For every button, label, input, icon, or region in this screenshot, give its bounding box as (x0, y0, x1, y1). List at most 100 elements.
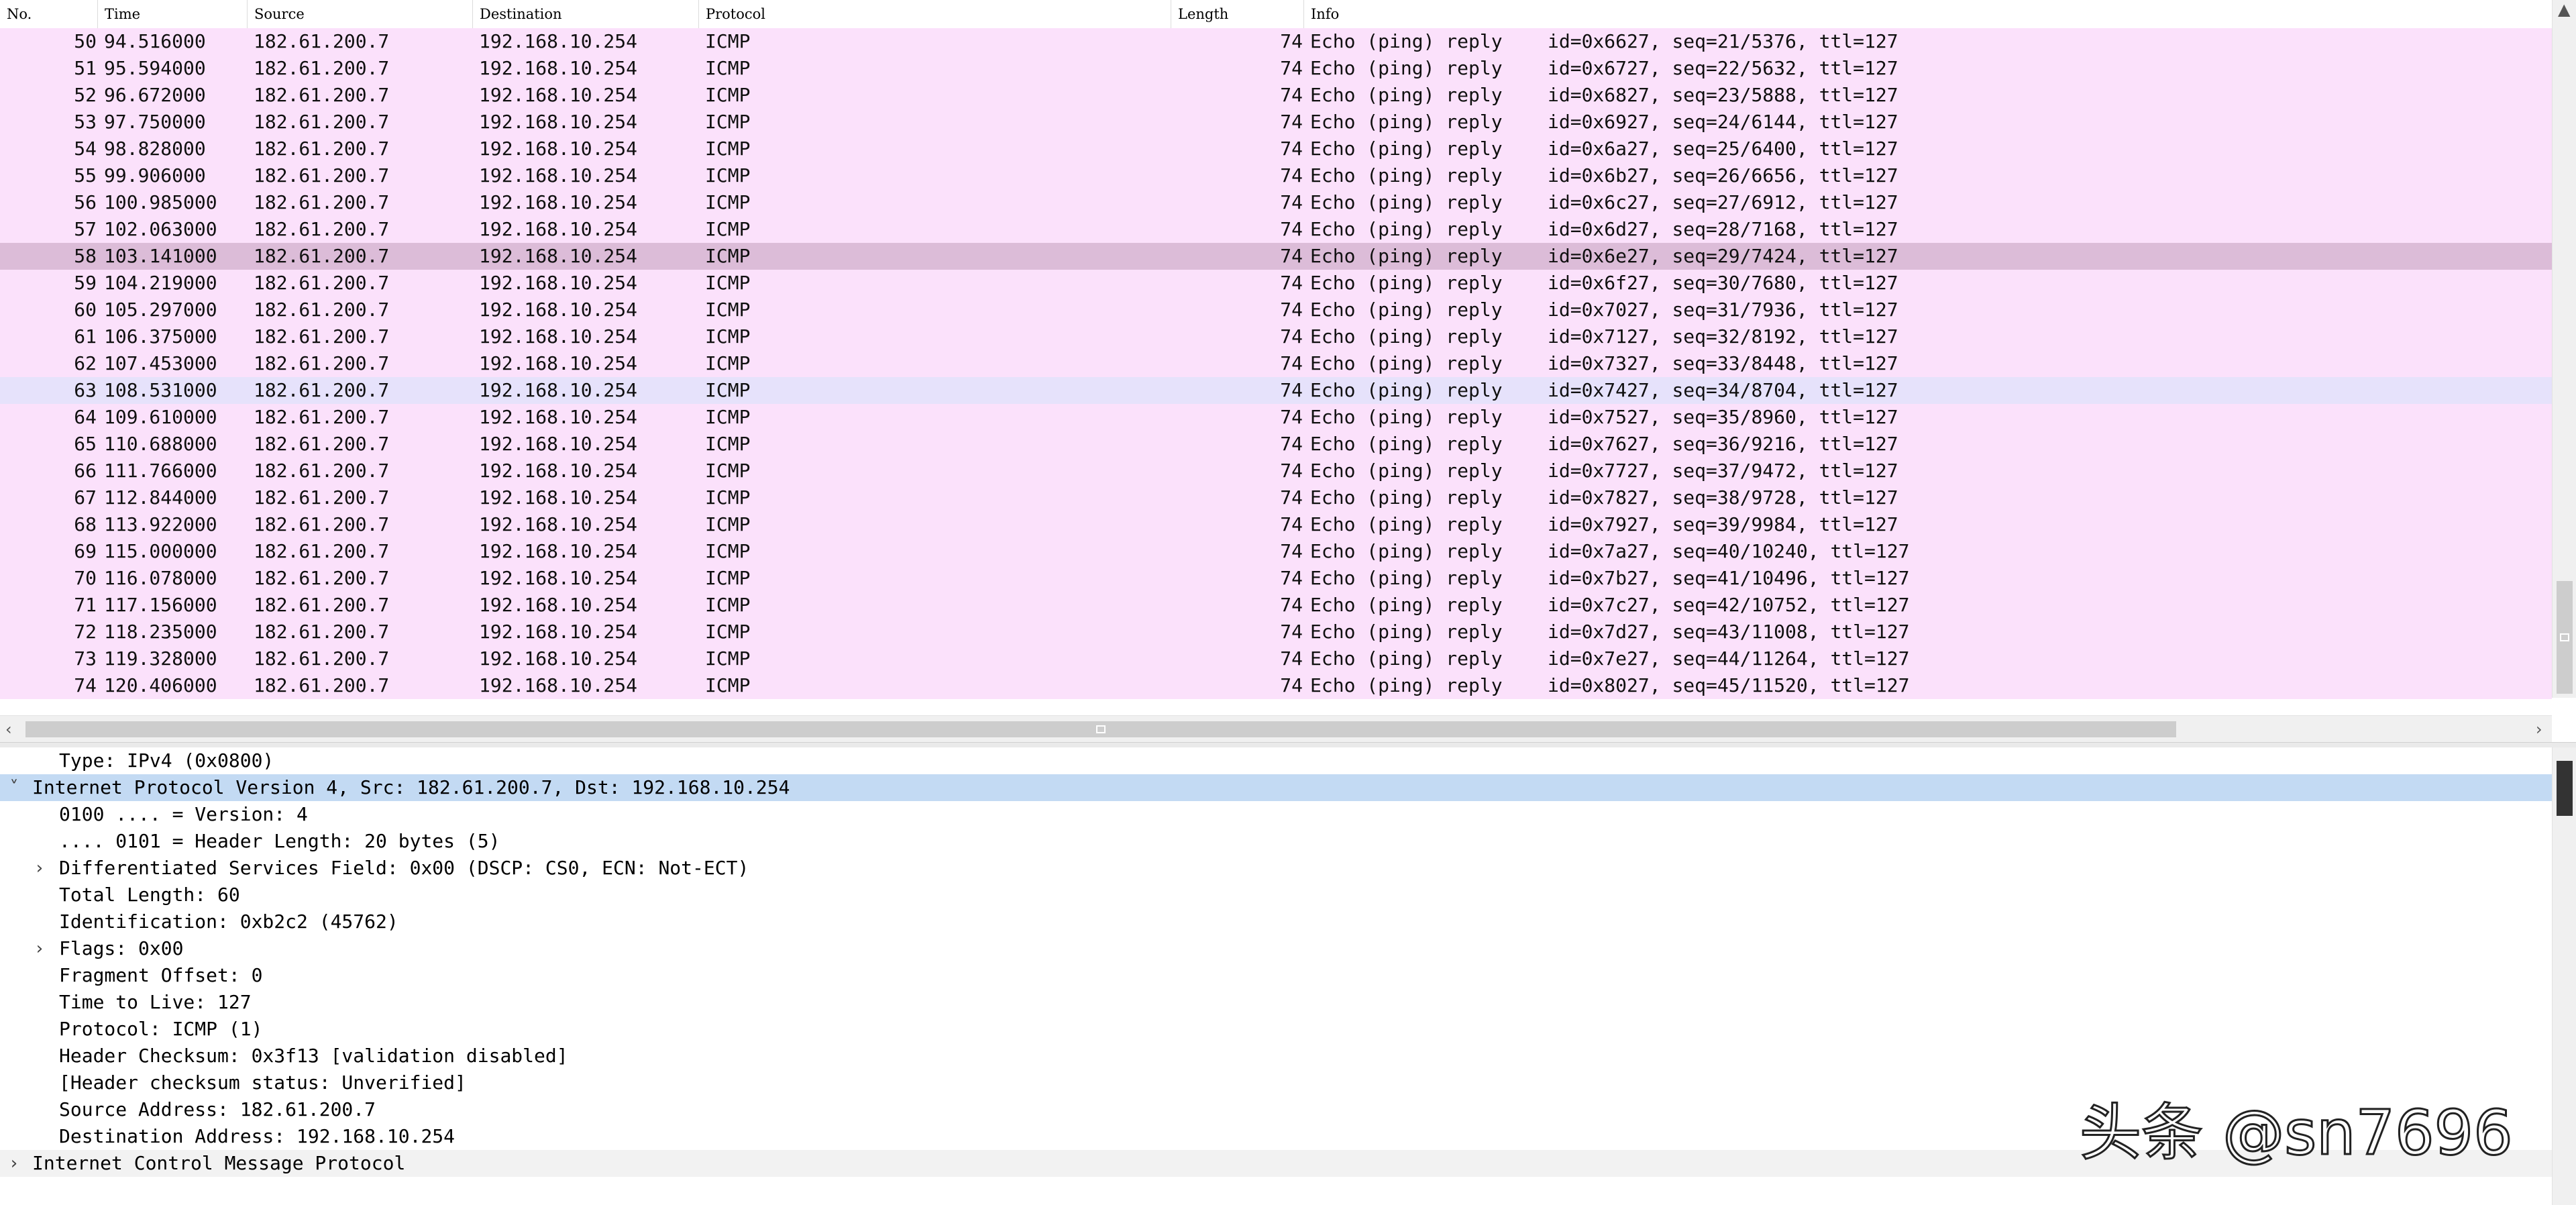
packet-list-horizontal-scrollbar[interactable]: ‹ › (0, 715, 2552, 743)
detail-tree-item[interactable]: [Header checksum status: Unverified] (0, 1069, 2552, 1096)
packet-no: 62 (74, 352, 97, 374)
packet-destination: 192.168.10.254 (479, 164, 638, 187)
chevron-right-icon[interactable]: › (30, 935, 50, 962)
detail-tree-item[interactable]: Protocol: ICMP (1) (0, 1016, 2552, 1043)
packet-row[interactable]: 54 98.828000 182.61.200.7 192.168.10.254 ICM… (0, 136, 2552, 162)
packet-row[interactable]: 62 107.453000 182.61.200.7 192.168.10.254 IC… (0, 350, 2552, 377)
detail-tree-item[interactable]: ˅ Internet Protocol Version 4, Src: 182.6… (0, 774, 2552, 801)
packet-row[interactable]: 60 105.297000 182.61.200.7 192.168.10.254 IC… (0, 297, 2552, 323)
packet-destination: 192.168.10.254 (479, 460, 638, 482)
packet-row[interactable]: 57 102.063000 182.61.200.7 192.168.10.254 IC… (0, 216, 2552, 243)
detail-tree-item[interactable]: 0100 .... = Version: 4 (0, 801, 2552, 828)
packet-row[interactable]: 72 118.235000 182.61.200.7 192.168.10.254 IC… (0, 619, 2552, 645)
packet-protocol: ICMP (705, 245, 751, 267)
packet-time: 97.750000 (104, 111, 206, 133)
packet-time: 115.000000 (104, 540, 217, 562)
packet-list-hscroll-thumb[interactable] (25, 721, 2176, 737)
packet-row[interactable]: 69 115.000000 182.61.200.7 192.168.10.254 IC… (0, 538, 2552, 565)
packet-time: 100.985000 (104, 191, 217, 213)
detail-text: Flags: 0x00 (59, 937, 184, 959)
packet-destination: 192.168.10.254 (479, 540, 638, 562)
detail-text: Internet Protocol Version 4, Src: 182.61… (32, 776, 790, 798)
packet-row[interactable]: 68 113.922000 182.61.200.7 192.168.10.254 IC… (0, 511, 2552, 538)
packet-length: 74 (1280, 30, 1303, 52)
packet-list-pane[interactable]: No. Time Source Destination Protocol Len… (0, 0, 2576, 743)
packet-destination: 192.168.10.254 (479, 433, 638, 455)
detail-tree-item[interactable]: › Flags: 0x00 (0, 935, 2552, 962)
detail-tree-item[interactable]: Identification: 0xb2c2 (45762) (0, 908, 2552, 935)
column-header-no[interactable]: No. (0, 0, 98, 28)
packet-list-vertical-scrollbar[interactable]: ▲ (2552, 0, 2576, 698)
packet-length: 74 (1280, 433, 1303, 455)
column-header-destination[interactable]: Destination (473, 0, 699, 28)
packet-list-scroll-thumb[interactable] (2557, 581, 2573, 694)
scroll-left-arrow-icon[interactable]: ‹ (5, 716, 12, 743)
packet-row[interactable]: 73 119.328000 182.61.200.7 192.168.10.254 IC… (0, 645, 2552, 672)
packet-row[interactable]: 66 111.766000 182.61.200.7 192.168.10.254 IC… (0, 458, 2552, 484)
detail-tree-item[interactable]: Type: IPv4 (0x0800) (0, 747, 2552, 774)
scroll-up-arrow-icon[interactable]: ▲ (2558, 0, 2570, 23)
packet-info: Echo (ping) reply id=0x7427, seq=34/8704… (1310, 379, 1898, 401)
packet-details-scroll-thumb[interactable] (2557, 761, 2573, 816)
column-header-time[interactable]: Time (98, 0, 248, 28)
packet-info: Echo (ping) reply id=0x7127, seq=32/8192… (1310, 325, 1898, 348)
packet-destination: 192.168.10.254 (479, 245, 638, 267)
packet-source: 182.61.200.7 (254, 621, 390, 643)
packet-details-vertical-scrollbar[interactable] (2552, 747, 2576, 1205)
column-header-source[interactable]: Source (248, 0, 473, 28)
packet-protocol: ICMP (705, 164, 751, 187)
packet-destination: 192.168.10.254 (479, 647, 638, 670)
chevron-right-icon[interactable]: › (4, 1150, 24, 1177)
packet-protocol: ICMP (705, 84, 751, 106)
detail-tree-item[interactable]: Fragment Offset: 0 (0, 962, 2552, 989)
detail-tree-item[interactable]: .... 0101 = Header Length: 20 bytes (5) (0, 828, 2552, 855)
packet-protocol: ICMP (705, 674, 751, 696)
detail-tree-item[interactable]: Header Checksum: 0x3f13 [validation disa… (0, 1043, 2552, 1069)
packet-source: 182.61.200.7 (254, 460, 390, 482)
packet-row[interactable]: 63 108.531000 182.61.200.7 192.168.10.254 IC… (0, 377, 2552, 404)
packet-source: 182.61.200.7 (254, 57, 390, 79)
packet-row[interactable]: 71 117.156000 182.61.200.7 192.168.10.254 IC… (0, 592, 2552, 619)
detail-text: Type: IPv4 (0x0800) (59, 749, 274, 772)
packet-row[interactable]: 58 103.141000 182.61.200.7 192.168.10.254 IC… (0, 243, 2552, 270)
packet-row[interactable]: 52 96.672000 182.61.200.7 192.168.10.254 ICM… (0, 82, 2552, 109)
packet-length: 74 (1280, 325, 1303, 348)
detail-tree-item[interactable]: › Differentiated Services Field: 0x00 (DS… (0, 855, 2552, 882)
detail-tree-item[interactable]: Total Length: 60 (0, 882, 2552, 908)
column-header-info[interactable]: Info (1304, 0, 2552, 28)
chevron-down-icon[interactable]: ˅ (4, 774, 24, 801)
packet-source: 182.61.200.7 (254, 325, 390, 348)
packet-row[interactable]: 70 116.078000 182.61.200.7 192.168.10.254 IC… (0, 565, 2552, 592)
packet-no: 63 (74, 379, 97, 401)
packet-row[interactable]: 50 94.516000 182.61.200.7 192.168.10.254 ICM… (0, 28, 2552, 55)
packet-info: Echo (ping) reply id=0x7627, seq=36/9216… (1310, 433, 1898, 455)
detail-tree-item[interactable]: Time to Live: 127 (0, 989, 2552, 1016)
packet-time: 96.672000 (104, 84, 206, 106)
packet-time: 104.219000 (104, 272, 217, 294)
packet-row[interactable]: 64 109.610000 182.61.200.7 192.168.10.254 IC… (0, 404, 2552, 431)
packet-time: 119.328000 (104, 647, 217, 670)
packet-row[interactable]: 53 97.750000 182.61.200.7 192.168.10.254 ICM… (0, 109, 2552, 136)
packet-row[interactable]: 61 106.375000 182.61.200.7 192.168.10.254 IC… (0, 323, 2552, 350)
packet-length: 74 (1280, 272, 1303, 294)
packet-row[interactable]: 59 104.219000 182.61.200.7 192.168.10.254 IC… (0, 270, 2552, 297)
packet-row[interactable]: 74 120.406000 182.61.200.7 192.168.10.254 IC… (0, 672, 2552, 699)
packet-no: 74 (74, 674, 97, 696)
packet-row[interactable]: 55 99.906000 182.61.200.7 192.168.10.254 ICM… (0, 162, 2552, 189)
column-header-protocol[interactable]: Protocol (699, 0, 1171, 28)
packet-row[interactable]: 56 100.985000 182.61.200.7 192.168.10.254 IC… (0, 189, 2552, 216)
packet-row[interactable]: 65 110.688000 182.61.200.7 192.168.10.254 IC… (0, 431, 2552, 458)
detail-text: Source Address: 182.61.200.7 (59, 1098, 376, 1120)
packet-destination: 192.168.10.254 (479, 299, 638, 321)
packet-row[interactable]: 67 112.844000 182.61.200.7 192.168.10.254 IC… (0, 484, 2552, 511)
packet-no: 72 (74, 621, 97, 643)
packet-info: Echo (ping) reply id=0x7b27, seq=41/1049… (1310, 567, 1910, 589)
packet-length: 74 (1280, 379, 1303, 401)
scroll-right-arrow-icon[interactable]: › (2536, 716, 2542, 743)
packet-row[interactable]: 51 95.594000 182.61.200.7 192.168.10.254 ICM… (0, 55, 2552, 82)
packet-no: 59 (74, 272, 97, 294)
column-header-length[interactable]: Length (1171, 0, 1304, 28)
packet-length: 74 (1280, 486, 1303, 509)
packet-no: 57 (74, 218, 97, 240)
chevron-right-icon[interactable]: › (30, 855, 50, 882)
